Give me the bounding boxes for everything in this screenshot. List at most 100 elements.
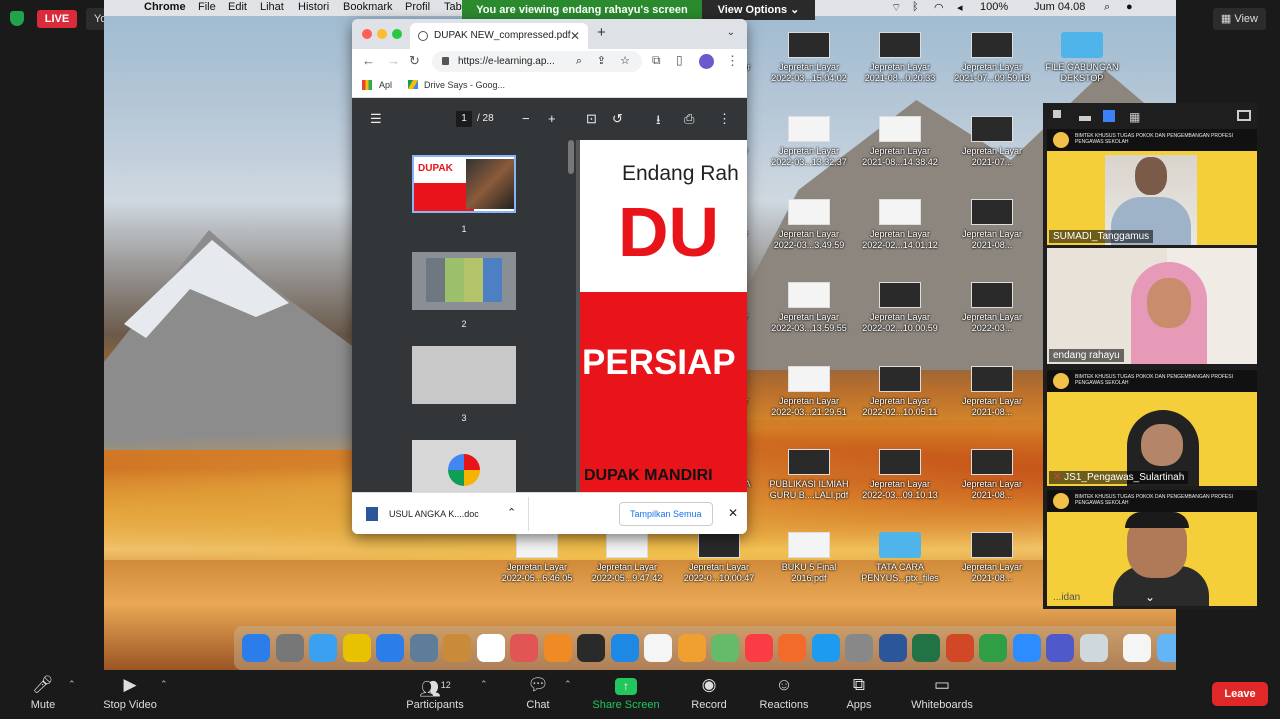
pop-out-icon[interactable] bbox=[1237, 110, 1251, 121]
audio-options-caret[interactable]: ⌃ bbox=[68, 679, 76, 690]
desktop-icon[interactable]: Jepretan Layar 2022-03...13.59.55 bbox=[764, 282, 854, 334]
minimize-icon[interactable] bbox=[1079, 116, 1091, 121]
desktop-icon[interactable]: Jepretan Layar 2021-07...09.59.18 bbox=[947, 32, 1037, 84]
desktop-icon[interactable]: Jepretan Layar 2022-03...15.04.02 bbox=[764, 32, 854, 84]
desktop-icon[interactable]: FILE GABUNGAN DEKSTOP bbox=[1037, 32, 1127, 84]
download-filename[interactable]: USUL ANGKA K....doc bbox=[389, 509, 479, 519]
close-window-icon[interactable] bbox=[362, 29, 372, 39]
participants-button[interactable]: 👥︎12 Participants bbox=[400, 670, 470, 719]
desktop-icon[interactable]: Jepretan Layar 2022-03...09.10.13 bbox=[855, 449, 945, 501]
more-icon[interactable]: ⋮ bbox=[718, 111, 731, 127]
desktop-icon[interactable]: PUBLIKASI ILMIAH GURU B....LALI.pdf bbox=[764, 449, 854, 501]
safari-icon[interactable] bbox=[309, 634, 337, 662]
desktop-icon[interactable]: TATA CARA PENYUS...ptx_files bbox=[855, 532, 945, 584]
thumbnail-page-3[interactable] bbox=[412, 346, 516, 404]
keynote-icon[interactable] bbox=[711, 634, 739, 662]
search-icon[interactable]: ⌕ bbox=[576, 51, 582, 72]
launchpad-icon[interactable] bbox=[275, 634, 304, 662]
gallery-icon[interactable] bbox=[1053, 110, 1061, 118]
menu-file[interactable]: File bbox=[198, 1, 216, 13]
sidebar-menu-icon[interactable]: ☰ bbox=[370, 111, 382, 127]
app-store-icon[interactable] bbox=[811, 634, 840, 662]
volume-icon[interactable]: ◂ bbox=[957, 1, 963, 14]
rotate-icon[interactable]: ↺ bbox=[612, 111, 623, 127]
desktop-icon[interactable]: Jepretan Layar 2022-03... bbox=[947, 282, 1037, 334]
word-icon[interactable] bbox=[878, 634, 907, 662]
edge-icon[interactable] bbox=[376, 634, 404, 662]
desktop-icon[interactable]: Jepretan Layar 2021-07... bbox=[947, 116, 1037, 168]
view-button[interactable]: ▦ View bbox=[1212, 8, 1266, 30]
chrome-menu-icon[interactable]: ⋮ bbox=[726, 53, 739, 69]
desktop-icon[interactable]: Jepretan Layar 2022-05...6.46.05 bbox=[492, 532, 582, 584]
avatar[interactable] bbox=[699, 54, 714, 69]
photo-booth-icon[interactable] bbox=[577, 634, 605, 662]
menu-tab[interactable]: Tab bbox=[444, 1, 462, 13]
tab-search-icon[interactable]: ⌄ bbox=[727, 27, 735, 38]
messages-icon[interactable] bbox=[610, 634, 639, 662]
desktop-icon[interactable]: Jepretan Layar 2022-03...21.29.51 bbox=[764, 366, 854, 418]
menu-bookmark[interactable]: Bookmark bbox=[343, 1, 393, 13]
menu-app-name[interactable]: Chrome bbox=[144, 1, 186, 13]
books-icon[interactable] bbox=[778, 634, 806, 662]
leave-button[interactable]: Leave bbox=[1212, 682, 1268, 706]
close-tab-icon[interactable]: ✕ bbox=[570, 23, 580, 49]
desktop-icon[interactable]: Jepretan Layar 2021-08...0.20.33 bbox=[855, 32, 945, 84]
forward-icon[interactable]: → bbox=[387, 53, 400, 68]
maximize-window-icon[interactable] bbox=[392, 29, 402, 39]
document-icon[interactable] bbox=[1123, 634, 1151, 662]
desktop-icon[interactable]: Jepretan Layar 2022-02...10.00.59 bbox=[855, 282, 945, 334]
desktop-icon[interactable]: Jepretan Layar 2022-02...10.05.11 bbox=[855, 366, 945, 418]
participant-tile[interactable]: BIMTEK KHUSUS TUGAS POKOK DAN PENGEMBANG… bbox=[1047, 490, 1257, 606]
clock[interactable]: Jum 04.08 bbox=[1034, 1, 1085, 13]
search-icon[interactable]: ⌕ bbox=[1104, 1, 1110, 14]
desktop-icon[interactable]: Jepretan Layar 2022-05...9.47.42 bbox=[582, 532, 672, 584]
participant-tile[interactable]: BIMTEK KHUSUS TUGAS POKOK DAN PENGEMBANG… bbox=[1047, 129, 1257, 245]
share-icon[interactable]: ⇪ bbox=[597, 51, 606, 72]
desktop-icon[interactable]: Jepretan Layar 2022-03...3.49.59 bbox=[764, 199, 854, 251]
menu-profile[interactable]: Profil bbox=[405, 1, 430, 13]
security-shield-icon[interactable] bbox=[10, 11, 24, 26]
thumbnail-page-2[interactable] bbox=[412, 252, 516, 310]
calendar-icon[interactable] bbox=[476, 634, 505, 662]
participant-tile[interactable]: endang rahayu bbox=[1047, 248, 1257, 364]
textedit-icon[interactable] bbox=[644, 634, 672, 662]
photos-icon[interactable] bbox=[510, 634, 538, 662]
thumbnail-page-1[interactable]: DUPAK bbox=[412, 155, 516, 213]
chevron-up-icon[interactable]: ⌃ bbox=[507, 506, 516, 519]
menu-history[interactable]: Histori bbox=[298, 1, 329, 13]
minimize-window-icon[interactable] bbox=[377, 29, 387, 39]
desktop-icon[interactable]: Jepretan Layar 2021-08... bbox=[947, 532, 1037, 584]
folder-icon[interactable] bbox=[1156, 634, 1176, 662]
desktop-icon[interactable]: Jepretan Layar 2021-08... bbox=[947, 199, 1037, 251]
thumbnail-page-4[interactable] bbox=[412, 440, 516, 492]
wifi-icon[interactable]: ◠ bbox=[934, 1, 944, 14]
address-bar[interactable]: https://e-learning.ap... ⌕ ⇪ ☆ bbox=[432, 51, 642, 72]
desktop-icon[interactable]: Jepretan Layar 2022-0...10.00.47 bbox=[674, 532, 764, 584]
desktop-icon[interactable]: Jepretan Layar 2021-08... bbox=[947, 366, 1037, 418]
menu-view[interactable]: Lihat bbox=[260, 1, 284, 13]
speaker-view-icon[interactable] bbox=[1103, 110, 1115, 122]
video-options-caret[interactable]: ⌃ bbox=[160, 679, 168, 690]
wifi-status-icon[interactable]: ⌔ bbox=[891, 1, 901, 15]
apps-grid-icon[interactable] bbox=[362, 80, 372, 90]
zoom-out-icon[interactable]: − bbox=[522, 111, 530, 126]
excel-icon[interactable] bbox=[912, 634, 940, 662]
siri-icon[interactable]: ● bbox=[1126, 1, 1133, 13]
facetime-icon[interactable] bbox=[979, 634, 1007, 662]
bookmark-drive[interactable]: Drive Says - Goog... bbox=[424, 80, 505, 90]
system-preferences-icon[interactable] bbox=[845, 634, 873, 662]
extensions-icon[interactable]: ⧉ bbox=[652, 53, 661, 68]
chevron-down-icon[interactable]: ⌄ bbox=[1145, 590, 1155, 604]
back-icon[interactable]: ← bbox=[362, 53, 375, 68]
new-tab-icon[interactable]: + bbox=[597, 24, 606, 41]
photos-app-icon[interactable] bbox=[543, 634, 572, 662]
menu-edit[interactable]: Edit bbox=[228, 1, 247, 13]
battery-percent[interactable]: 100% bbox=[980, 1, 1008, 13]
fit-page-icon[interactable]: ⊡ bbox=[586, 111, 597, 127]
preview-icon[interactable] bbox=[409, 634, 438, 662]
desktop-icon[interactable]: Jepretan Layar 2021-08...14.38.42 bbox=[855, 116, 945, 168]
numbers-icon[interactable] bbox=[677, 634, 706, 662]
share-screen-button[interactable]: ↑ Share Screen bbox=[590, 670, 662, 719]
screenshot-icon[interactable] bbox=[1079, 634, 1108, 662]
star-icon[interactable]: ☆ bbox=[620, 51, 630, 72]
